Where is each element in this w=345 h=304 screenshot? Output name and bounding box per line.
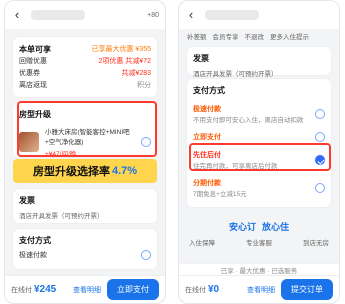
blurred-header [205,10,259,20]
reward-value: 2项优惠 共减¥72 [98,58,151,65]
top-tab-4: 更多入住提示 [270,34,309,41]
invoice-desc: 酒店开具发票（可预约开票） [193,71,278,78]
brand-left: 安心订 [228,221,256,232]
right-topbar: ‹ [179,1,339,29]
upgrade-rate-banner: 房型升级选择率 4.7% [13,159,157,183]
payment-option-2-radio[interactable] [315,132,325,142]
brand-row: 安心订 放心住 [189,217,329,235]
upgrade-highlight-box [17,101,157,157]
banner-text: 房型升级选择率 [32,166,110,178]
top-tab-2: 会员专享 [212,34,239,41]
member-value: 积分 [137,82,151,89]
top-tab-1: 补差额 [187,34,207,41]
header-badge: +80 [147,11,159,19]
invoice-title: 发票 [19,196,35,205]
right-bottom-bar: 在线付 ¥0 查看明细 提交订单 [179,275,339,303]
back-icon[interactable]: ‹ [11,8,23,21]
invoice-card: 发票 酒店开具发票（可预约开票） [13,189,157,223]
tabs-row: 补差额 会员专享 不退改 更多入住提示 [187,31,331,43]
invoice-desc: 酒店开具发票（可预约开票） [19,213,104,220]
order-section-title: 本单可享 [19,44,51,54]
left-phone: ‹ +80 本单可享 已享最大优惠 ¥355 回赠优惠 2项优惠 共减¥72 优… [4,0,166,304]
payment-card: 支付方式 极速付款 [13,229,157,269]
member-label: 离店返现 [19,82,47,89]
invoice-card: 发票 酒店开具发票（可预约开票） [187,47,331,78]
total-price: ¥0 [208,284,220,295]
pay-later-highlight-box [189,143,331,171]
payment-option-1-name: 极速付款 [193,106,221,113]
payment-option-2-name: 立即支付 [193,134,221,141]
payment-title: 支付方式 [19,236,51,245]
order-summary-card: 本单可享 已享最大优惠 ¥355 回赠优惠 2项优惠 共减¥72 优惠券 共减¥… [13,37,157,97]
pay-now-button[interactable]: 立即支付 [107,279,159,300]
blurred-header [31,10,85,20]
reward-label: 回赠优惠 [19,58,47,65]
feature-3: 到店无房 [303,240,329,247]
price-tag: 在线付 [185,287,206,294]
submit-order-button[interactable]: 提交订单 [281,279,333,300]
top-tab-3: 不退改 [244,34,265,41]
banner-percentage: 4.7% [111,165,138,177]
back-icon[interactable]: ‹ [185,8,197,21]
payment-option-1-desc: 不用支付即可安心入住，离店自动扣款 [193,117,304,124]
price-tag: 在线付 [11,287,32,294]
payment-option-4-radio[interactable] [315,183,325,193]
payment-radio[interactable] [141,250,151,260]
payment-option: 极速付款 [19,252,47,259]
feature-1: 入住保障 [189,240,215,247]
total-price: ¥245 [34,284,57,295]
payment-option-1-radio[interactable] [315,109,325,119]
feature-2: 专业客服 [246,240,272,247]
coupon-label: 优惠券 [19,70,40,77]
left-topbar: ‹ +80 [5,1,165,29]
notice-bar: 已享 · 最大优惠 · 已选服务 [179,263,339,275]
brand-right: 放心住 [262,221,290,232]
left-bottom-bar: 在线付 ¥245 查看明细 立即支付 [5,275,165,303]
notice-text: 已享 · 最大优惠 · 已选服务 [220,267,298,275]
payment-option-4-desc: 7期免息+立减15元 [193,191,247,198]
coupon-value: 共减¥283 [121,70,151,77]
invoice-title: 发票 [193,54,209,63]
details-link[interactable]: 查看明细 [247,285,275,295]
payment-title: 支付方式 [193,86,225,95]
payment-option-4-name: 分期付款 [193,180,221,187]
promo-text: 已享最大优惠 ¥355 [91,46,151,53]
payment-option-4[interactable]: 分期付款 7期免息+立减15元 [193,174,325,202]
payment-option-1[interactable]: 极速付款 不用支付即可安心入住，离店自动扣款 [193,100,325,128]
details-link[interactable]: 查看明细 [73,285,101,295]
right-phone: ‹ 补差额 会员专享 不退改 更多入住提示 发票 酒店开具发票（可预约开票） 支… [178,0,340,304]
features-row: 入住保障 专业客服 到店无房 [189,237,329,247]
